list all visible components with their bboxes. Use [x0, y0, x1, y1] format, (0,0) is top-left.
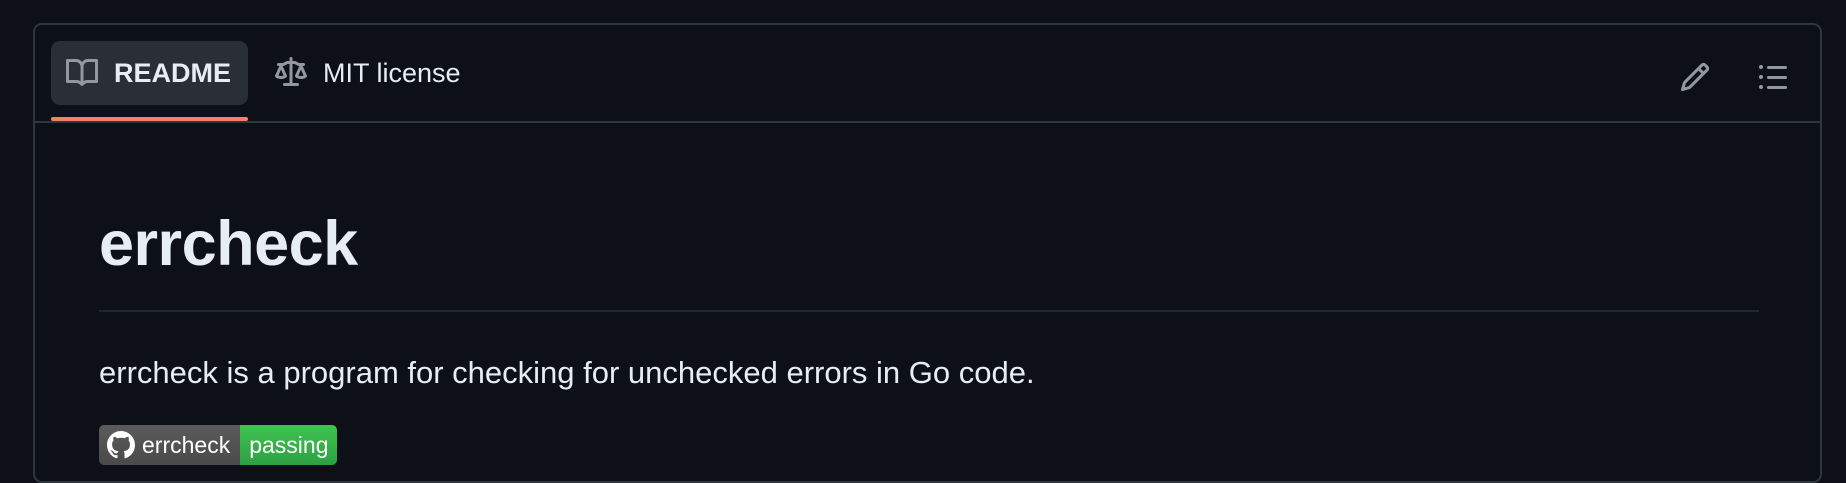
law-scale-icon [275, 57, 307, 89]
badge-status: passing [240, 425, 338, 465]
tab-readme[interactable]: README [51, 41, 248, 121]
tab-readme-label: README [114, 57, 232, 88]
readme-tab-bar: README MIT license [35, 25, 1820, 123]
github-icon [107, 431, 135, 459]
tab-mit-license[interactable]: MIT license [275, 41, 485, 105]
book-icon [66, 57, 98, 89]
badge-label: errcheck [99, 425, 241, 465]
active-tab-underline [51, 117, 248, 121]
list-unordered-icon [1757, 61, 1789, 98]
readme-title: errcheck [99, 209, 358, 279]
outline-button[interactable] [1755, 61, 1791, 97]
readme-panel: README MIT license errcheck errcheck is … [33, 23, 1822, 483]
title-divider [99, 310, 1759, 312]
tab-mit-license-label: MIT license [323, 57, 461, 88]
badge-label-text: errcheck [142, 431, 231, 458]
readme-description: errcheck is a program for checking for u… [99, 355, 1035, 390]
pencil-icon [1679, 61, 1711, 98]
edit-file-button[interactable] [1677, 61, 1713, 97]
ci-status-badge[interactable]: errcheck passing [99, 425, 338, 465]
